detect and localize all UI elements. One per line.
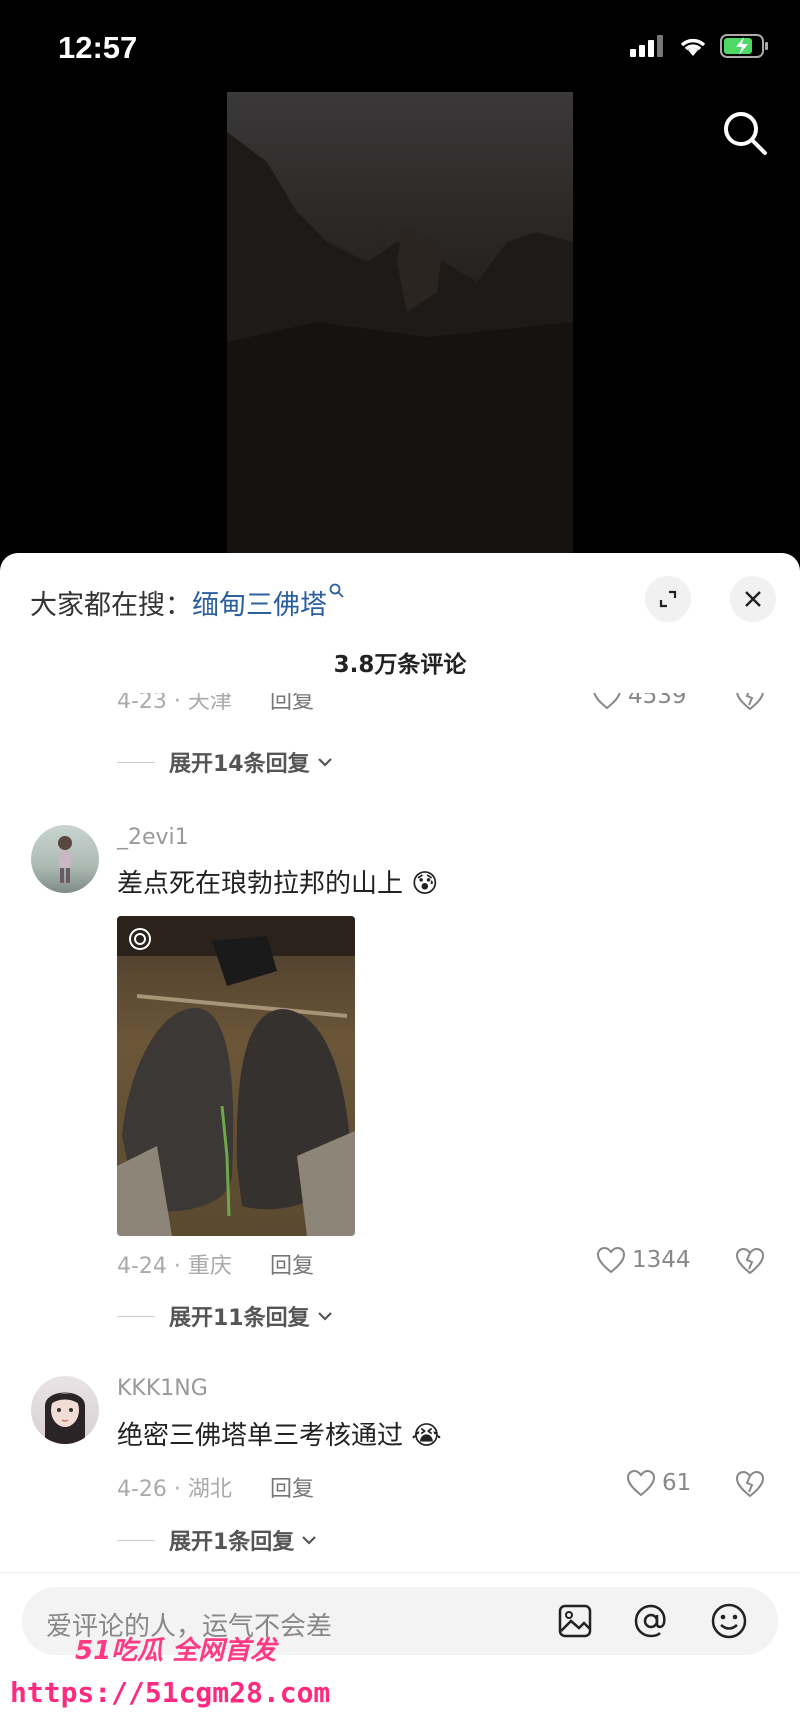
like-count: 1344 bbox=[632, 1247, 691, 1273]
reply-button[interactable]: 回复 bbox=[270, 1471, 314, 1503]
expand-replies[interactable]: 展开14条回复 bbox=[117, 746, 334, 778]
dislike-icon[interactable] bbox=[735, 693, 765, 711]
comment-meta: 4-23 · 天津 bbox=[117, 693, 232, 714]
expand-icon bbox=[659, 590, 677, 608]
chevron-down-icon bbox=[317, 758, 332, 767]
reply-button[interactable]: 回复 bbox=[270, 1248, 314, 1280]
comment-username[interactable]: KKK1NG bbox=[117, 1376, 208, 1401]
video-player[interactable] bbox=[227, 92, 573, 555]
video-frame bbox=[227, 132, 573, 555]
avatar-image bbox=[45, 1392, 85, 1444]
search-small-icon bbox=[329, 583, 344, 598]
expand-replies[interactable]: 展开11条回复 bbox=[117, 1300, 334, 1332]
search-icon[interactable] bbox=[720, 108, 770, 158]
comment-meta: 4-24 · 重庆 bbox=[117, 1254, 232, 1279]
dislike-icon[interactable] bbox=[735, 1247, 765, 1275]
comment-image[interactable] bbox=[117, 916, 355, 1236]
signal-icon bbox=[630, 35, 663, 57]
dislike-icon[interactable] bbox=[735, 1470, 765, 1498]
watermark-url: https://51cgm28.com bbox=[10, 1676, 331, 1709]
comment-text-body: 差点死在琅勃拉邦的山上 bbox=[117, 869, 404, 899]
expand-replies-label: 展开14条回复 bbox=[169, 752, 310, 777]
emoji: 😰 bbox=[411, 869, 439, 899]
expand-button[interactable] bbox=[645, 576, 691, 622]
heart-icon bbox=[626, 1469, 656, 1497]
partial-comment: 4-23 · 天津 回复 4539 bbox=[0, 693, 800, 733]
emoji: 😭 bbox=[411, 1421, 442, 1451]
close-icon bbox=[745, 591, 761, 607]
mention-icon[interactable] bbox=[632, 1602, 670, 1640]
chevron-down-icon bbox=[317, 1312, 332, 1321]
image-icon[interactable] bbox=[557, 1603, 593, 1639]
divider bbox=[117, 761, 155, 763]
comment-text-body: 绝密三佛塔单三考核通过 bbox=[117, 1421, 404, 1451]
avatar[interactable] bbox=[31, 1376, 99, 1444]
avatar[interactable] bbox=[31, 825, 99, 893]
shoes-photo bbox=[117, 916, 355, 1236]
like-count: 4539 bbox=[628, 693, 687, 709]
status-time: 12:57 bbox=[58, 30, 138, 65]
trending-search-prefix: 大家都在搜： bbox=[30, 590, 192, 621]
wifi-icon bbox=[680, 38, 706, 56]
like-button[interactable]: 4539 bbox=[592, 693, 687, 710]
chevron-down-icon bbox=[302, 1536, 317, 1545]
divider bbox=[117, 1315, 155, 1317]
comment-text: 差点死在琅勃拉邦的山上 😰 bbox=[117, 863, 438, 900]
expand-replies-label: 展开11条回复 bbox=[169, 1306, 310, 1331]
heart-icon bbox=[596, 1246, 626, 1274]
comment-username[interactable]: _2evi1 bbox=[117, 825, 189, 850]
like-count: 61 bbox=[662, 1470, 692, 1496]
close-button[interactable] bbox=[730, 576, 776, 622]
battery-charging-icon bbox=[720, 34, 768, 58]
like-button[interactable]: 61 bbox=[626, 1469, 691, 1497]
expand-replies[interactable]: 展开1条回复 bbox=[117, 1524, 318, 1556]
comments-count: 3.8万条评论 bbox=[333, 652, 467, 678]
comments-sheet: 大家都在搜：缅甸三佛塔 3.8万条评论 4-23 · 天津 回复 4539 展开… bbox=[0, 553, 800, 1731]
watermark-text: 51吃瓜 全网首发 bbox=[75, 1636, 277, 1666]
trending-search-keyword[interactable]: 缅甸三佛塔 bbox=[192, 590, 327, 621]
comment-meta: 4-26 · 湖北 bbox=[117, 1477, 232, 1502]
expand-replies-label: 展开1条回复 bbox=[169, 1530, 295, 1555]
comment-text: 绝密三佛塔单三考核通过 😭 bbox=[117, 1415, 442, 1452]
trending-search[interactable]: 大家都在搜：缅甸三佛塔 bbox=[30, 583, 345, 622]
emoji-icon[interactable] bbox=[710, 1602, 748, 1640]
avatar-image bbox=[58, 836, 72, 883]
reply-button[interactable]: 回复 bbox=[270, 693, 314, 715]
divider bbox=[117, 1539, 155, 1541]
status-bar: 12:57 bbox=[0, 0, 800, 92]
heart-icon bbox=[593, 693, 621, 710]
like-button[interactable]: 1344 bbox=[596, 1246, 691, 1274]
